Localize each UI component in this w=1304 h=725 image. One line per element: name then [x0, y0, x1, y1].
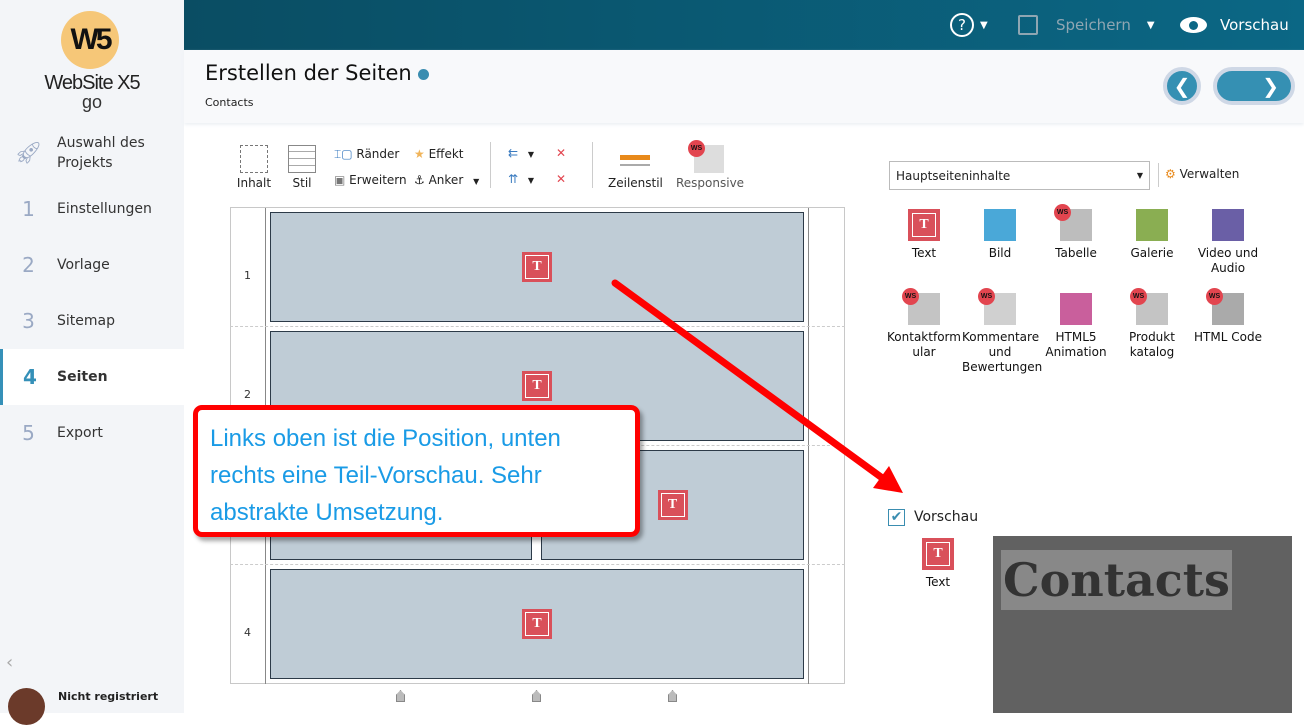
annotation-arrow: [611, 279, 903, 493]
annotation-callout: Links oben ist die Position, unten recht…: [193, 405, 640, 537]
